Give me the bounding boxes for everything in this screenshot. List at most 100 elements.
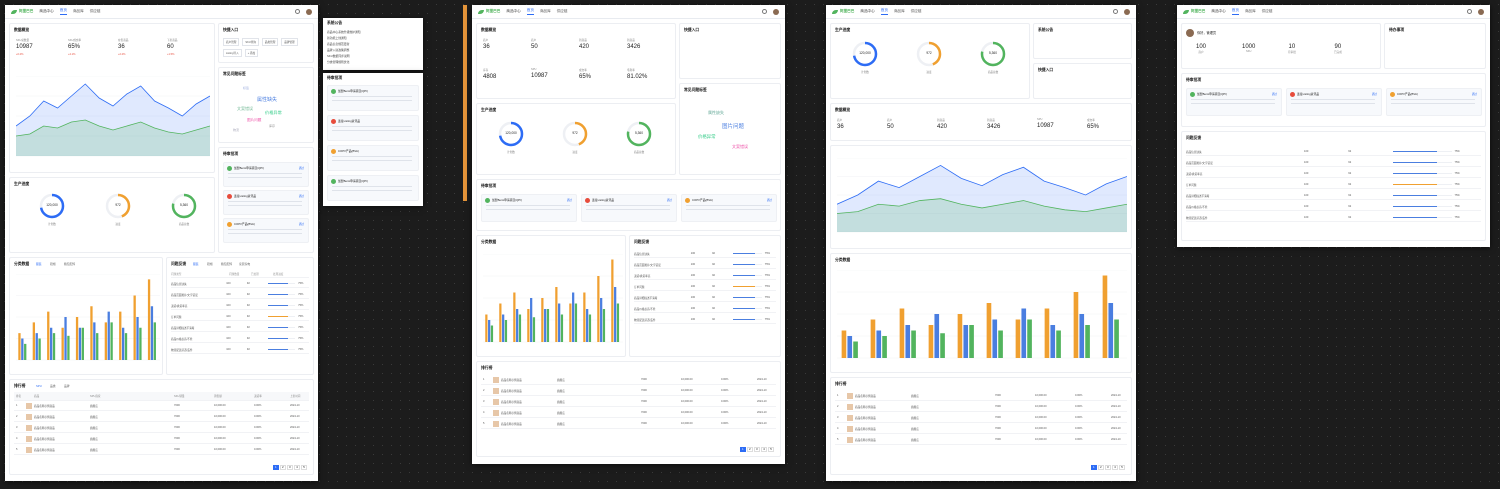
page-button[interactable]: 1 (272, 465, 279, 470)
approval-card[interactable]: 加盟Bemi申请项目(QPI) (327, 175, 419, 201)
approval-action-link[interactable]: 通过 (1472, 92, 1477, 96)
table-row[interactable]: 4 商品名称示例商品 旗舰店 7000 10,000.00 0.00% 2024-10 (835, 425, 1127, 434)
shortcut-item[interactable]: + 添加 (244, 49, 259, 57)
tab-library[interactable]: 商品库 (894, 9, 905, 14)
table-row[interactable]: 3 商品名称示例商品 旗舰店 7000 10,000.00 0.00% 2024-10 (481, 398, 776, 407)
gauge-label: 进度 (572, 151, 578, 154)
approval-action-link[interactable]: 通过 (299, 194, 304, 198)
page-button[interactable]: 2 (1097, 465, 1104, 470)
page-button[interactable]: 5 (300, 465, 307, 470)
approval-card[interactable]: 加盟Bemi申请项目(QPI) 通过 (481, 194, 577, 222)
ranking-tab[interactable]: 服装 (193, 262, 199, 266)
search-icon[interactable] (1467, 9, 1472, 14)
approval-card[interactable]: COPV产品(BVA) 通过 (223, 218, 309, 243)
tab-home[interactable]: 首页 (59, 8, 67, 15)
sales-tab[interactable]: 服装 (36, 262, 42, 266)
shortcut-item[interactable]: SKU查询 (242, 38, 259, 46)
table-row[interactable]: 1 商品名称示例商品 旗舰店 7000 10,000.00 0.00% 2024-10 (14, 402, 309, 411)
page-button[interactable]: 4 (293, 465, 300, 470)
table-row[interactable]: 2 商品名称示例商品 旗舰店 7000 10,000.00 0.00% 2024-10 (835, 403, 1127, 412)
table-row[interactable]: 3 商品名称示例商品 旗舰店 7000 10,000.00 0.00% 2024-10 (14, 424, 309, 433)
approval-card-line (332, 100, 412, 102)
page-button[interactable]: 2 (279, 465, 286, 470)
search-icon[interactable] (295, 9, 300, 14)
avatar[interactable] (306, 8, 312, 15)
approval-card[interactable]: 加盟Bemi申请项目(QPI) (327, 85, 419, 111)
approval-action-link[interactable]: 通过 (1272, 92, 1277, 96)
table-row[interactable]: 5 商品名称示例商品 旗舰店 7000 10,000.00 0.00% 2024-10 (481, 420, 776, 429)
ranking-tab[interactable]: 箱包配饰 (221, 262, 232, 266)
page-button[interactable]: 5 (767, 447, 774, 452)
table-row[interactable]: 2 商品名称示例商品 旗舰店 7000 10,000.00 0.00% 2024-10 (14, 413, 309, 422)
approval-action-link[interactable]: 通过 (299, 166, 304, 170)
notice-item[interactable]: 商品信息规范更新 (327, 42, 419, 46)
table-row[interactable]: 4 商品名称示例商品 旗舰店 7000 10,000.00 0.00% 2024-10 (14, 435, 309, 444)
pagination[interactable]: 12345 (1090, 465, 1125, 470)
page-button[interactable]: 5 (1118, 465, 1125, 470)
ranking-tab[interactable]: 家居家电 (239, 262, 250, 266)
tab-home[interactable]: 首页 (1231, 8, 1239, 15)
page-button[interactable]: 1 (739, 447, 746, 452)
approval-card[interactable]: 连接Listing资讯品 (327, 115, 419, 141)
shortcut-item[interactable]: Listing导入 (223, 49, 242, 57)
shortcut-item[interactable]: 品牌管理 (281, 38, 298, 46)
pagination[interactable]: 12345 (739, 447, 774, 452)
tab-home[interactable]: 首页 (880, 8, 888, 15)
leaderboard-tab[interactable]: 品牌 (64, 384, 70, 388)
approval-card[interactable]: COPV产品(BVA) (327, 145, 419, 171)
tab-supply[interactable]: 供应链 (557, 9, 568, 14)
search-icon[interactable] (762, 9, 767, 14)
page-button[interactable]: 3 (286, 465, 293, 470)
table-row[interactable]: 5 商品名称示例商品 旗舰店 7000 10,000.00 0.00% 2024-10 (14, 446, 309, 455)
notice-item[interactable]: 品牌入驻政策调整 (327, 48, 419, 52)
tab-library[interactable]: 商品库 (73, 9, 84, 14)
table-row[interactable]: 2 商品名称示例商品 旗舰店 7000 10,000.00 0.00% 2024-10 (481, 387, 776, 396)
table-row[interactable]: 1 商品名称示例商品 旗舰店 7000 10,000.00 0.00% 2024-10 (481, 376, 776, 385)
search-icon[interactable] (1113, 9, 1118, 14)
approval-card[interactable]: 连接Listing资讯品 通过 (223, 190, 309, 215)
avatar[interactable] (1124, 8, 1130, 15)
shortcut-item[interactable]: 品类管理 (261, 38, 279, 46)
page-button[interactable]: 3 (753, 447, 760, 452)
notice-item[interactable]: 商品中心系统升级维护通知 (327, 30, 419, 34)
table-row[interactable]: 3 商品名称示例商品 旗舰店 7000 10,000.00 0.00% 2024-10 (835, 414, 1127, 423)
page-button[interactable]: 4 (1111, 465, 1118, 470)
approval-card[interactable]: 加盟Bemi申请项目(QPI) 通过 (223, 162, 309, 187)
page-button[interactable]: 1 (1090, 465, 1097, 470)
table-row[interactable]: 4 商品名称示例商品 旗舰店 7000 10,000.00 0.00% 2024-10 (481, 409, 776, 418)
avatar[interactable] (773, 8, 779, 15)
avatar[interactable] (1478, 8, 1484, 15)
tab-home[interactable]: 首页 (526, 8, 534, 15)
approval-card-line (586, 205, 670, 207)
notice-item[interactable]: 新功能上线通知 (327, 36, 419, 40)
pagination[interactable]: 12345 (272, 465, 307, 470)
page-button[interactable]: 2 (746, 447, 753, 452)
approval-action-link[interactable]: 通过 (767, 198, 772, 202)
tab-supply[interactable]: 供应链 (911, 9, 922, 14)
tab-supply[interactable]: 供应链 (1262, 9, 1273, 14)
leaderboard-tab[interactable]: 品类 (50, 384, 56, 388)
table-row[interactable]: 1 商品名称示例商品 旗舰店 7000 10,000.00 0.00% 2024-10 (835, 392, 1127, 401)
notice-item[interactable]: SKU数据同步说明 (327, 54, 419, 58)
approval-action-link[interactable]: 通过 (299, 222, 304, 226)
approval-card[interactable]: 连接Listing资讯品 通过 (1286, 88, 1382, 116)
approval-card[interactable]: 连接Listing资讯品 通过 (581, 194, 677, 222)
approval-card[interactable]: 加盟Bemi申请项目(QPI) 通过 (1186, 88, 1282, 116)
sales-tab[interactable]: 箱包配饰 (64, 262, 75, 266)
leaderboard-tab[interactable]: SPU (36, 384, 42, 388)
sales-tab[interactable]: 鞋帽 (50, 262, 56, 266)
table-row[interactable]: 5 商品名称示例商品 旗舰店 7000 10,000.00 0.00% 2024-10 (835, 436, 1127, 445)
approval-card[interactable]: COPV产品(BVA) 通过 (681, 194, 777, 222)
tab-library[interactable]: 商品库 (1245, 9, 1256, 14)
tab-library[interactable]: 商品库 (540, 9, 551, 14)
approval-action-link[interactable]: 通过 (1372, 92, 1377, 96)
page-button[interactable]: 4 (760, 447, 767, 452)
approval-action-link[interactable]: 通过 (667, 198, 672, 202)
approval-action-link[interactable]: 通过 (567, 198, 572, 202)
approval-card[interactable]: COPV产品(BVA) 通过 (1386, 88, 1482, 116)
shortcut-item[interactable]: 商户管理 (223, 38, 240, 46)
ranking-tab[interactable]: 鞋帽 (207, 262, 213, 266)
page-button[interactable]: 3 (1104, 465, 1111, 470)
notice-item[interactable]: 分类管理规则优化 (327, 60, 419, 64)
tab-supply[interactable]: 供应链 (90, 9, 101, 14)
